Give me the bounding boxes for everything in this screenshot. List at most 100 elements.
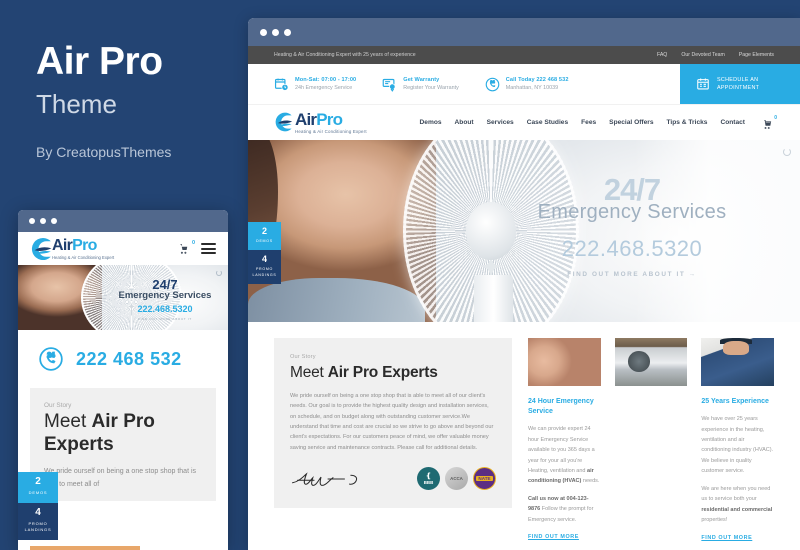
theme-author: By CreatopusThemes: [36, 143, 172, 160]
mobile-window-close-dot[interactable]: [29, 218, 35, 224]
mobile-logo-tagline: Heating & Air Conditioning Expert: [52, 254, 115, 260]
nate-badge-icon: NATE: [473, 467, 496, 491]
hero-photo-woman-with-fan: [248, 140, 800, 322]
side-tab-demos-count: 2: [261, 226, 267, 236]
bbb-badge-icon: ❴ BBB: [417, 467, 440, 491]
content-section: Our Story Meet Air Pro Experts We pride …: [248, 322, 800, 541]
hamburger-menu-icon[interactable]: [201, 241, 216, 257]
nav-item-fees[interactable]: Fees: [581, 119, 596, 126]
card-25-years-experience: [614, 338, 688, 508]
nav-item-tips-tricks[interactable]: Tips & Tricks: [667, 119, 708, 126]
nav-item-special-offers[interactable]: Special Offers: [609, 119, 653, 126]
mobile-window-maximize-dot[interactable]: [51, 218, 57, 224]
mobile-airpro-logo-icon: [30, 236, 56, 262]
cart-button[interactable]: 0: [762, 115, 777, 129]
card-body-emergency-1: We can provide expert 24 hour Emergency …: [528, 426, 600, 485]
mobile-hero-cta[interactable]: FIND OUT MORE ABOUT IT: [105, 317, 225, 321]
mobile-cart-button[interactable]: 0: [178, 240, 195, 255]
logo-text-air: Air: [295, 109, 317, 129]
hours-title: Mon-Sat: 07:00 - 17:00: [295, 76, 357, 83]
mobile-window-minimize-dot[interactable]: [40, 218, 46, 224]
phone-24-icon: 24: [485, 77, 500, 92]
card-body-experience-2: We are here when you need us to service …: [701, 485, 773, 524]
window-minimize-dot[interactable]: [272, 28, 279, 36]
info-item-call[interactable]: 24 Call Today 222 468 532 Manhattan, NY …: [485, 64, 595, 104]
site-topbar: Heating & Air Conditioning Expert with 2…: [248, 46, 800, 64]
mobile-hero-phone: 222.468.5320: [137, 304, 193, 314]
card-title-emergency: 24 Hour Emergency Service: [528, 398, 594, 416]
info-item-warranty[interactable]: Get Warranty Register Your Warranty: [382, 64, 485, 104]
topbar-link-page-elements[interactable]: Page Elements: [739, 52, 774, 58]
mobile-hero-headline-sub: Emergency Services: [118, 290, 212, 301]
mobile-phone-number: 222 468 532: [76, 348, 182, 369]
hours-subtitle: 24h Emergency Service: [295, 85, 353, 92]
mobile-phone-block[interactable]: 24 222 468 532: [18, 330, 228, 388]
mobile-hero[interactable]: 24/7 Emergency Services 222.468.5320 FIN…: [18, 265, 228, 330]
theme-title: Air Pro: [36, 40, 163, 83]
main-navigation: AirPro Heating & Air Conditioning Expert…: [248, 104, 800, 140]
mobile-side-tab-promo-label: PROMO LANDINGS: [24, 521, 52, 532]
nav-item-demos[interactable]: Demos: [420, 119, 442, 126]
mobile-browser-mockup: AirPro Heating & Air Conditioning Expert…: [18, 210, 228, 550]
info-item-hours[interactable]: Mon-Sat: 07:00 - 17:00 24h Emergency Ser…: [274, 64, 382, 104]
airpro-logo-icon: [274, 111, 296, 133]
call-subtitle: Manhattan, NY 10039: [505, 85, 559, 92]
story-title-bold: Air Pro Experts: [327, 364, 438, 381]
svg-text:24: 24: [490, 79, 495, 83]
nav-item-services[interactable]: Services: [487, 119, 514, 126]
mobile-story-body: We pride ourself on being a one stop sho…: [44, 467, 197, 488]
schedule-line2: APPOINTMENT: [717, 85, 760, 91]
nav-item-case-studies[interactable]: Case Studies: [527, 119, 568, 126]
svg-text:24: 24: [47, 352, 55, 359]
card-body-emergency-2: Call us now at 004-123-9876 Follow the p…: [528, 495, 594, 523]
mobile-story-kicker: Our Story: [44, 402, 72, 409]
certification-badges: ❴ BBB ACCA NATE: [417, 467, 496, 491]
site-logo[interactable]: AirPro Heating & Air Conditioning Expert: [274, 109, 367, 134]
topbar-links: FAQ Our Devoted Team Page Elements: [657, 52, 774, 58]
topbar-link-team[interactable]: Our Devoted Team: [681, 52, 724, 58]
topbar-link-faq[interactable]: FAQ: [657, 52, 667, 58]
nav-item-contact[interactable]: Contact: [720, 119, 745, 126]
side-tab-promo-landings[interactable]: 4 PROMO LANDINGS: [248, 250, 281, 285]
mobile-side-tab-promo-count: 4: [35, 507, 41, 518]
mobile-story-title-light: Meet: [44, 411, 92, 432]
ac-units-photo: [614, 338, 688, 386]
nav-links: Demos About Services Case Studies Fees S…: [420, 115, 777, 129]
side-tab-demos[interactable]: 2 DEMOS: [248, 222, 281, 251]
story-kicker: Our Story: [290, 354, 316, 360]
mobile-shopping-cart-icon: [180, 244, 188, 254]
logo-text-pro: Pro: [316, 109, 343, 129]
card-link-emergency[interactable]: FIND OUT MORE: [528, 534, 579, 540]
shopping-cart-icon: [764, 119, 772, 129]
certificate-icon: [382, 77, 397, 92]
side-tab-promo-label: PROMO LANDINGS: [252, 267, 277, 277]
card-title-experience: 25 Years Experience: [701, 398, 769, 405]
browser-title-bar: [248, 18, 800, 46]
schedule-appointment-button[interactable]: SCHEDULE AN APPOINTMENT: [680, 64, 800, 104]
card-link-experience[interactable]: FIND OUT MORE: [701, 535, 752, 541]
schedule-line1: SCHEDULE AN: [717, 76, 759, 83]
mobile-logo-text-pro: Pro: [72, 236, 97, 254]
calendar-icon: [696, 77, 710, 91]
feature-cards: 24 Hour Emergency Service We can provide…: [528, 338, 775, 541]
mobile-story-title: Meet Air Pro Experts: [44, 411, 202, 457]
window-close-dot[interactable]: [260, 28, 267, 36]
acca-badge-icon: ACCA: [445, 467, 468, 491]
mobile-navigation: AirPro Heating & Air Conditioning Expert…: [18, 232, 228, 265]
mobile-hero-content: 24/7 Emergency Services 222.468.5320 FIN…: [105, 278, 225, 321]
window-maximize-dot[interactable]: [284, 28, 291, 36]
mobile-loading-spinner-icon: [216, 270, 222, 276]
mobile-side-tab-promo[interactable]: 4 PROMO LANDINGS: [18, 503, 58, 540]
mobile-side-tab-demos-count: 2: [35, 476, 41, 487]
warranty-subtitle: Register Your Warranty: [403, 85, 459, 92]
hero-slider[interactable]: 24/7 Emergency Services 222.468.5320 FIN…: [248, 140, 800, 322]
nav-item-about[interactable]: About: [455, 119, 474, 126]
loading-spinner-icon: [783, 148, 791, 156]
card-24-hour-emergency: 24 Hour Emergency Service We can provide…: [528, 338, 601, 540]
mobile-side-tabs: 2 DEMOS 4 PROMO LANDINGS: [18, 472, 58, 540]
info-strip: Mon-Sat: 07:00 - 17:00 24h Emergency Ser…: [248, 64, 800, 104]
mobile-side-tab-demos[interactable]: 2 DEMOS: [18, 472, 58, 503]
mobile-title-bar: [18, 210, 228, 232]
our-story-card: Our Story Meet Air Pro Experts We pride …: [274, 338, 512, 508]
mobile-accent-bar: [30, 546, 140, 550]
